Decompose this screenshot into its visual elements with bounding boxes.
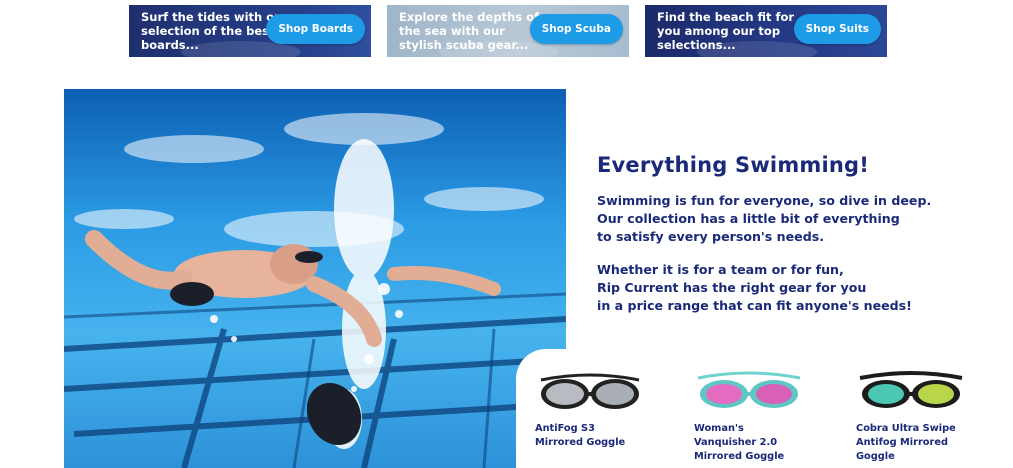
shop-boards-button[interactable]: Shop Boards — [266, 14, 365, 44]
product-name-line: AntiFog S3 — [535, 423, 595, 434]
promo-text-line: boards... — [141, 38, 199, 52]
product-card[interactable]: Cobra Ultra Swipe Antifog Mirrored Goggl… — [856, 366, 1006, 464]
promo-banner-boards[interactable]: Surf the tides with our selection of the… — [129, 5, 371, 57]
secondary-paragraph: Whether it is for a team or for fun, Rip… — [597, 261, 912, 315]
product-card[interactable]: Woman's Vanquisher 2.0 Mirrored Goggle — [694, 366, 844, 464]
product-name-line: Goggle — [856, 451, 895, 462]
product-name-line: Cobra Ultra Swipe — [856, 423, 956, 434]
product-name-line: Vanquisher 2.0 — [694, 437, 778, 448]
goggle-black-mirrored-icon — [540, 373, 640, 409]
product-name-line: Woman's — [694, 423, 744, 434]
product-name-line: Mirrored Goggle — [535, 437, 626, 448]
paragraph-line: Our collection has a little bit of every… — [597, 211, 900, 226]
paragraph-line: to satisfy every person's needs. — [597, 229, 825, 244]
promo-text: Find the beach fit for you among our top… — [657, 10, 807, 52]
shop-suits-button[interactable]: Shop Suits — [793, 14, 881, 44]
paragraph-line: Rip Current has the right gear for you — [597, 280, 867, 295]
product-name[interactable]: Woman's Vanquisher 2.0 Mirrored Goggle — [694, 422, 844, 464]
swimmer-illustration — [64, 89, 566, 468]
swimmer-hero-image — [64, 89, 566, 468]
product-name[interactable]: Cobra Ultra Swipe Antifog Mirrored Goggl… — [856, 422, 1006, 464]
promo-text-line: selections... — [657, 38, 736, 52]
promo-banner-scuba[interactable]: Explore the depths of the sea with our s… — [387, 5, 629, 57]
promo-banner-suits[interactable]: Find the beach fit for you among our top… — [645, 5, 887, 57]
paragraph-line: in a price range that can fit anyone's n… — [597, 298, 912, 313]
section-title: Everything Swimming! — [597, 153, 870, 177]
product-card[interactable]: AntiFog S3 Mirrored Goggle — [535, 366, 685, 450]
shop-scuba-button[interactable]: Shop Scuba — [529, 14, 623, 44]
paragraph-line: Swimming is fun for everyone, so dive in… — [597, 193, 932, 208]
promo-text-line: you among our top — [657, 24, 781, 38]
product-name-line: Mirrored Goggle — [694, 451, 785, 462]
product-name[interactable]: AntiFog S3 Mirrored Goggle — [535, 422, 685, 450]
promo-text-line: the sea with our — [399, 24, 505, 38]
paragraph-line: Whether it is for a team or for fun, — [597, 262, 844, 277]
goggle-pink-mirrored-icon — [697, 371, 801, 408]
goggle-teal-mirrored-icon — [859, 371, 963, 408]
promo-text: Explore the depths of the sea with our s… — [399, 10, 549, 52]
product-name-line: Antifog Mirrored — [856, 437, 949, 448]
intro-paragraph: Swimming is fun for everyone, so dive in… — [597, 192, 931, 246]
promo-text-line: Explore the depths of — [399, 10, 540, 24]
promo-text-line: Find the beach fit for — [657, 10, 795, 24]
promo-text-line: stylish scuba gear... — [399, 38, 529, 52]
